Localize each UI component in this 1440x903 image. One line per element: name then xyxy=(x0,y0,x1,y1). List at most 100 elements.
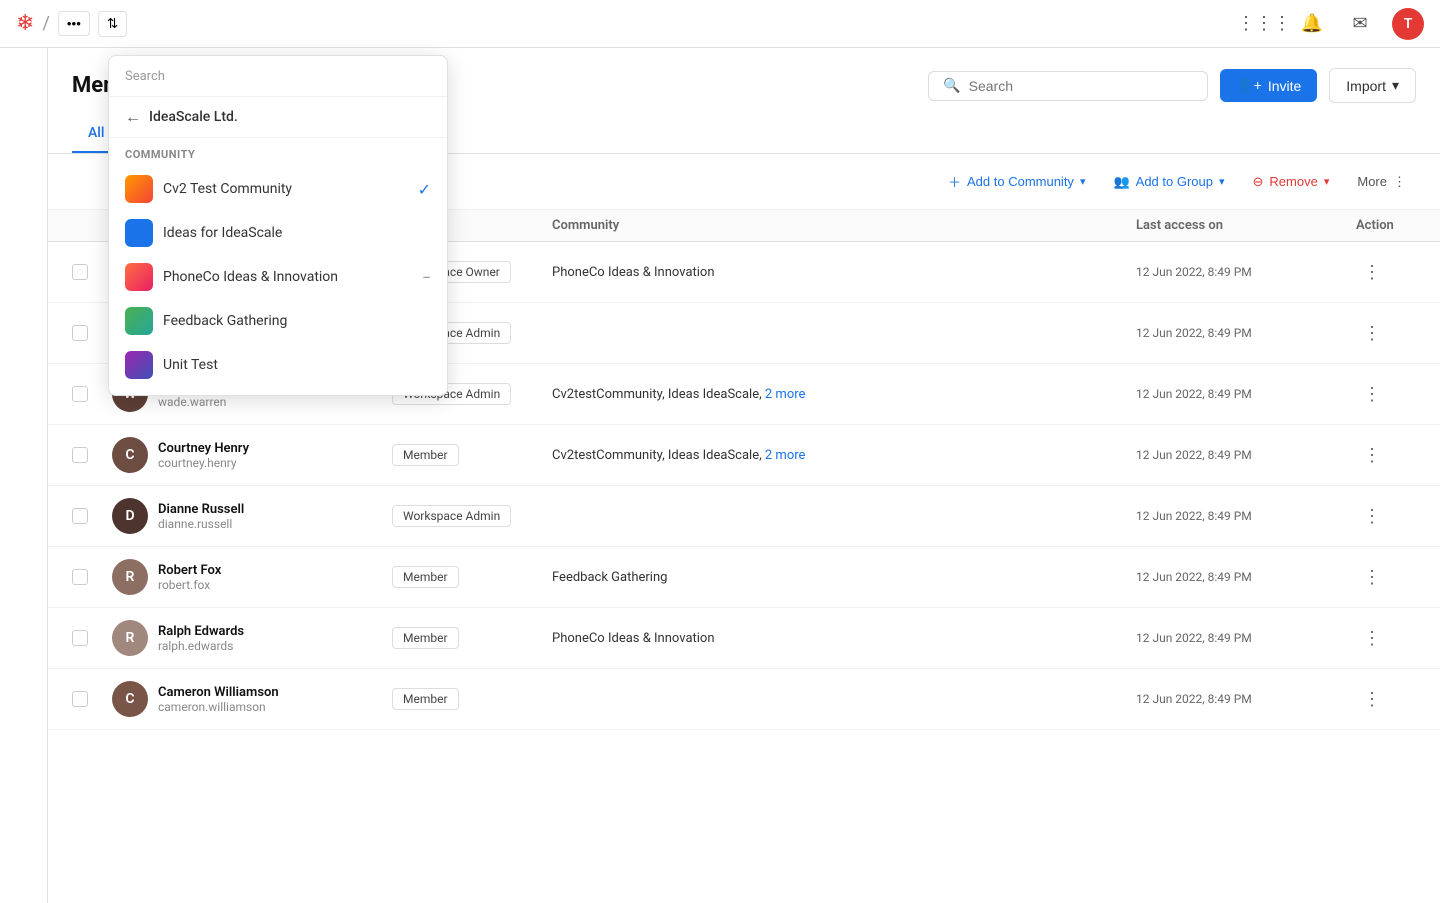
invite-button[interactable]: 👤+ Invite xyxy=(1220,69,1317,102)
nav-more-button[interactable]: ••• xyxy=(58,11,90,36)
user-info-5: Robert Fox robert.fox xyxy=(158,563,221,592)
community-dropdown: Search ← IdeaScale Ltd. COMMUNITY Cv2 Te… xyxy=(108,55,448,396)
header-community: Community xyxy=(552,218,1136,233)
apps-icon[interactable]: ⋮⋮⋮ xyxy=(1248,8,1280,40)
plus-icon: ＋ xyxy=(948,172,961,191)
row-action-dots-7[interactable]: ⋮ xyxy=(1356,683,1388,715)
role-cell-3: Member xyxy=(392,444,552,466)
community-label-feedback: Feedback Gathering xyxy=(163,313,431,329)
import-button[interactable]: Import ▾ xyxy=(1329,68,1416,103)
add-to-community-button[interactable]: ＋ Add to Community ▾ xyxy=(938,166,1095,197)
import-chevron-icon: ▾ xyxy=(1392,77,1399,94)
notifications-icon[interactable]: 🔔 xyxy=(1296,8,1328,40)
user-handle-5: robert.fox xyxy=(158,578,221,592)
timestamp-7: 12 Jun 2022, 8:49 PM xyxy=(1136,692,1356,706)
row-checkbox-1[interactable] xyxy=(72,325,112,341)
user-avatar[interactable]: T xyxy=(1392,8,1424,40)
remove-chevron-icon: ▾ xyxy=(1324,175,1330,188)
user-cell-5: R Robert Fox robert.fox xyxy=(112,559,392,595)
add-group-chevron-icon: ▾ xyxy=(1219,175,1225,188)
row-action-dots-3[interactable]: ⋮ xyxy=(1356,439,1388,471)
check-icon-cv2: ✓ xyxy=(418,180,431,199)
community-label-phoneco: PhoneCo Ideas & Innovation xyxy=(163,269,412,285)
user-name-7: Cameron Williamson xyxy=(158,685,279,700)
row-checkbox-5[interactable] xyxy=(72,569,112,585)
row-action-dots-2[interactable]: ⋮ xyxy=(1356,378,1388,410)
row-checkbox-2[interactable] xyxy=(72,386,112,402)
row-action-dots-4[interactable]: ⋮ xyxy=(1356,500,1388,532)
user-handle-2: wade.warren xyxy=(158,395,235,409)
row-action-dots-1[interactable]: ⋮ xyxy=(1356,317,1388,349)
row-action-dots-0[interactable]: ⋮ xyxy=(1356,256,1388,288)
dropdown-item-unit[interactable]: Unit Test xyxy=(109,343,447,387)
header-checkbox xyxy=(72,218,112,233)
search-icon: 🔍 xyxy=(943,78,960,94)
search-input[interactable] xyxy=(969,78,1194,94)
more-dots-icon: ⋮ xyxy=(1393,174,1406,190)
row-checkbox-6[interactable] xyxy=(72,630,112,646)
user-cell-7: C Cameron Williamson cameron.williamson xyxy=(112,681,392,717)
user-info-6: Ralph Edwards ralph.edwards xyxy=(158,624,244,653)
user-handle-4: dianne.russell xyxy=(158,517,244,531)
community-label-cv2: Cv2 Test Community xyxy=(163,181,408,197)
row-checkbox-4[interactable] xyxy=(72,508,112,524)
sidebar xyxy=(0,48,48,903)
role-badge-3: Member xyxy=(392,444,459,466)
user-name-3: Courtney Henry xyxy=(158,441,249,456)
community-icon-unit xyxy=(125,351,153,379)
role-badge-6: Member xyxy=(392,627,459,649)
community-icon-ideas xyxy=(125,219,153,247)
row-checkbox-7[interactable] xyxy=(72,691,112,707)
community-cell-0: PhoneCo Ideas & Innovation xyxy=(552,265,1136,280)
community-icon-phoneco xyxy=(125,263,153,291)
header-action: Action xyxy=(1356,218,1416,233)
mail-icon[interactable]: ✉ xyxy=(1344,8,1376,40)
user-info-3: Courtney Henry courtney.henry xyxy=(158,441,249,470)
search-bar[interactable]: 🔍 xyxy=(928,71,1208,101)
remove-button[interactable]: ⊖ Remove ▾ xyxy=(1243,168,1340,196)
timestamp-6: 12 Jun 2022, 8:49 PM xyxy=(1136,631,1356,645)
remove-icon: ⊖ xyxy=(1253,174,1264,190)
table-row: C Cameron Williamson cameron.williamson … xyxy=(48,669,1440,730)
user-cell-3: C Courtney Henry courtney.henry xyxy=(112,437,392,473)
invite-icon: 👤+ xyxy=(1236,77,1262,94)
row-checkbox-3[interactable] xyxy=(72,447,112,463)
role-cell-6: Member xyxy=(392,627,552,649)
row-action-dots-5[interactable]: ⋮ xyxy=(1356,561,1388,593)
dropdown-search-label: Search xyxy=(125,69,165,84)
dropdown-item-ideas[interactable]: Ideas for IdeaScale xyxy=(109,211,447,255)
community-more-link[interactable]: 2 more xyxy=(765,387,806,402)
dropdown-back-label: IdeaScale Ltd. xyxy=(149,109,238,125)
timestamp-3: 12 Jun 2022, 8:49 PM xyxy=(1136,448,1356,462)
dropdown-items-list: Cv2 Test Community ✓ Ideas for IdeaScale… xyxy=(109,167,447,387)
nav-arrows-button[interactable]: ⇅ xyxy=(98,11,127,37)
nav-right: ⋮⋮⋮ 🔔 ✉ T xyxy=(1248,8,1424,40)
timestamp-5: 12 Jun 2022, 8:49 PM xyxy=(1136,570,1356,584)
top-navigation: ❄ / ••• ⇅ ⋮⋮⋮ 🔔 ✉ T xyxy=(0,0,1440,48)
community-cell-5: Feedback Gathering xyxy=(552,570,1136,585)
table-row: D Dianne Russell dianne.russell Workspac… xyxy=(48,486,1440,547)
dropdown-back-button[interactable]: ← IdeaScale Ltd. xyxy=(109,97,447,138)
user-info-4: Dianne Russell dianne.russell xyxy=(158,502,244,531)
header-actions: 🔍 👤+ Invite Import ▾ xyxy=(928,68,1416,103)
community-label-ideas: Ideas for IdeaScale xyxy=(163,225,431,241)
nav-slash: / xyxy=(42,13,49,34)
role-cell-7: Member xyxy=(392,688,552,710)
more-button[interactable]: More ⋮ xyxy=(1347,168,1416,196)
row-action-dots-6[interactable]: ⋮ xyxy=(1356,622,1388,654)
dropdown-item-feedback[interactable]: Feedback Gathering xyxy=(109,299,447,343)
row-checkbox-0[interactable] xyxy=(72,264,112,280)
timestamp-1: 12 Jun 2022, 8:49 PM xyxy=(1136,326,1356,340)
user-avatar-4: D xyxy=(112,498,148,534)
user-name-4: Dianne Russell xyxy=(158,502,244,517)
add-community-chevron-icon: ▾ xyxy=(1080,175,1086,188)
dropdown-item-phoneco[interactable]: PhoneCo Ideas & Innovation − xyxy=(109,255,447,299)
user-cell-4: D Dianne Russell dianne.russell xyxy=(112,498,392,534)
dropdown-search-area: Search xyxy=(109,56,447,97)
user-avatar-6: R xyxy=(112,620,148,656)
add-to-group-button[interactable]: 👥 Add to Group ▾ xyxy=(1103,168,1234,196)
arrow-icon-phoneco: − xyxy=(422,268,431,287)
dropdown-item-cv2[interactable]: Cv2 Test Community ✓ xyxy=(109,167,447,211)
user-info-7: Cameron Williamson cameron.williamson xyxy=(158,685,279,714)
community-more-link[interactable]: 2 more xyxy=(765,448,806,463)
